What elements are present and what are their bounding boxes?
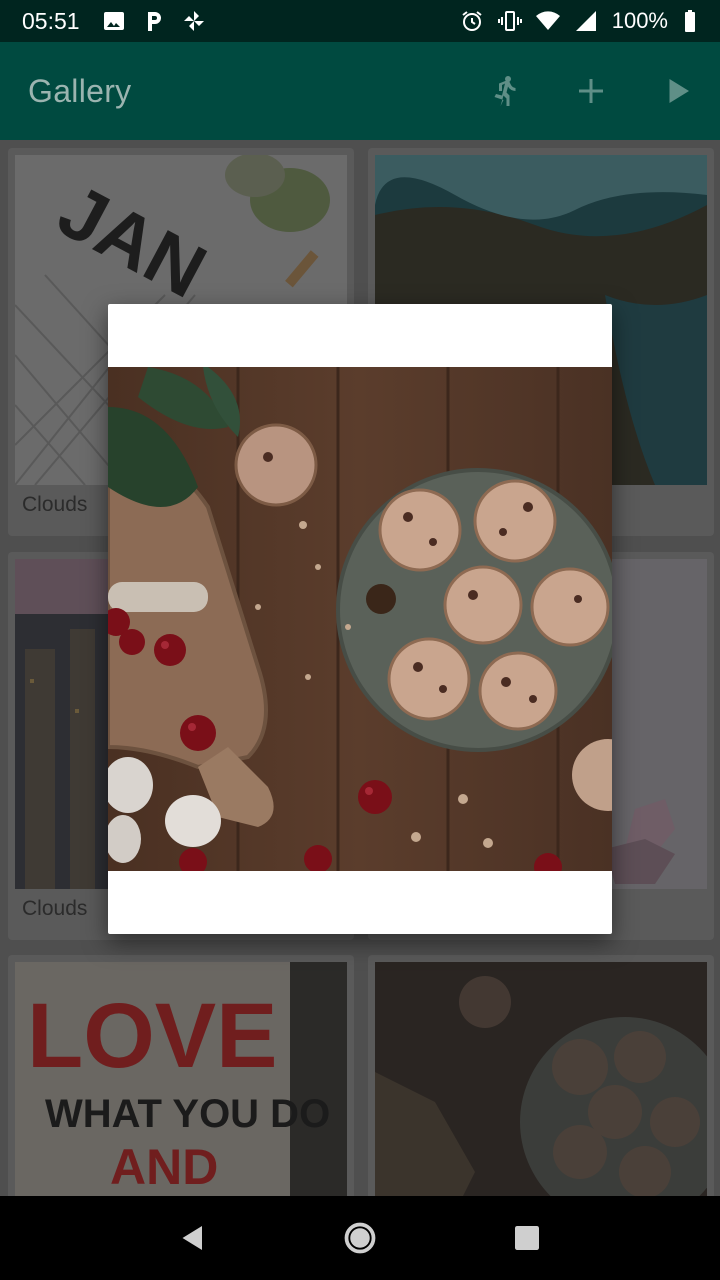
wifi-icon	[535, 9, 560, 33]
svg-text:WHAT YOU DO: WHAT YOU DO	[45, 1092, 330, 1136]
gallery-card[interactable]	[368, 955, 714, 1196]
recents-button[interactable]	[497, 1208, 557, 1268]
dialog-cookies-photo[interactable]	[108, 367, 612, 871]
gallery-card[interactable]: LOVE WHAT YOU DO AND	[8, 955, 354, 1196]
system-nav-bar	[0, 1196, 720, 1280]
run-button[interactable]	[462, 42, 548, 140]
add-icon	[573, 73, 609, 109]
home-icon	[342, 1220, 378, 1256]
home-button[interactable]	[330, 1208, 390, 1268]
alarm-icon	[460, 9, 484, 33]
battery-icon	[682, 9, 698, 33]
run-icon	[487, 73, 523, 109]
battery-percent: 100%	[611, 8, 668, 33]
image-icon	[102, 9, 126, 33]
pinwheel-icon	[182, 9, 206, 33]
recents-icon	[509, 1220, 545, 1256]
vibrate-icon	[497, 9, 522, 33]
parking-icon	[142, 9, 166, 33]
back-button[interactable]	[163, 1208, 223, 1268]
svg-text:AND: AND	[110, 1139, 218, 1195]
love-sign-photo: LOVE WHAT YOU DO AND	[15, 962, 347, 1196]
add-button[interactable]	[548, 42, 634, 140]
back-icon	[175, 1220, 211, 1256]
signal-icon	[574, 9, 598, 33]
app-bar: Gallery	[0, 42, 720, 140]
play-button[interactable]	[634, 42, 720, 140]
svg-text:LOVE: LOVE	[27, 985, 277, 1087]
status-bar: 05:51 100%	[0, 0, 720, 42]
image-preview-dialog	[108, 304, 612, 934]
cookies-photo	[375, 962, 707, 1196]
status-time: 05:51	[22, 7, 80, 34]
card-caption: Clouds	[22, 897, 88, 920]
play-icon	[659, 73, 695, 109]
card-caption: Clouds	[22, 493, 88, 516]
app-title: Gallery	[28, 72, 132, 109]
